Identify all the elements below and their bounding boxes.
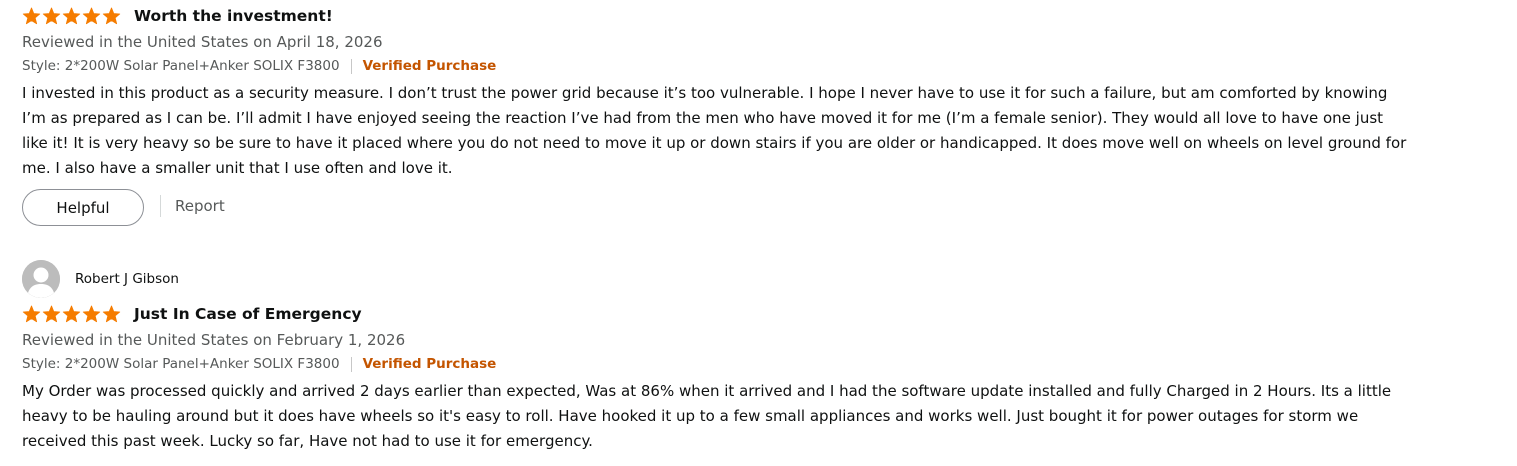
review-meta: Style: 2*200W Solar Panel+Anker SOLIX F3… [22, 54, 1422, 78]
star-icon [82, 7, 101, 25]
review-meta: Style: 2*200W Solar Panel+Anker SOLIX F3… [22, 352, 1422, 376]
review-card: Robert J Gibson Just In Case of Emergenc… [22, 259, 1422, 454]
star-icon [22, 305, 41, 323]
star-icon [102, 7, 121, 25]
meta-divider [350, 58, 352, 74]
review-date: Reviewed in the United States on Februar… [22, 331, 406, 349]
helpful-button[interactable]: Helpful [22, 189, 144, 226]
avatar[interactable] [22, 260, 60, 298]
star-icon [82, 305, 101, 323]
default-avatar-icon [22, 260, 60, 298]
review-title[interactable]: Worth the investment! [134, 7, 333, 25]
product-style-link[interactable]: Style: 2*200W Solar Panel+Anker SOLIX F3… [22, 356, 340, 372]
star-icon [42, 305, 61, 323]
review-title[interactable]: Just In Case of Emergency [134, 305, 362, 323]
star-icon [62, 305, 81, 323]
product-style-link[interactable]: Style: 2*200W Solar Panel+Anker SOLIX F3… [22, 58, 340, 74]
star-rating[interactable] [22, 7, 122, 25]
star-rating[interactable] [22, 305, 122, 323]
action-divider [160, 194, 161, 217]
star-icon [62, 7, 81, 25]
review-body: My Order was processed quickly and arriv… [22, 382, 1392, 450]
reviewer-profile[interactable]: Robert J Gibson [22, 259, 1422, 299]
star-icon [102, 305, 121, 323]
report-link[interactable]: Report [175, 197, 225, 215]
reviewer-name[interactable]: Robert J Gibson [75, 271, 179, 287]
star-icon [22, 7, 41, 25]
star-icon [42, 7, 61, 25]
review-header: Worth the investment! [22, 3, 1422, 29]
meta-divider [350, 356, 352, 372]
review-actions: Helpful Report [22, 189, 1422, 226]
review-date: Reviewed in the United States on April 1… [22, 33, 383, 51]
review-card: Worth the investment! Reviewed in the Un… [22, 3, 1422, 226]
review-header: Just In Case of Emergency [22, 301, 1422, 327]
review-body: I invested in this product as a security… [22, 84, 1407, 177]
verified-purchase-badge: Verified Purchase [362, 356, 497, 372]
verified-purchase-badge: Verified Purchase [362, 58, 497, 74]
